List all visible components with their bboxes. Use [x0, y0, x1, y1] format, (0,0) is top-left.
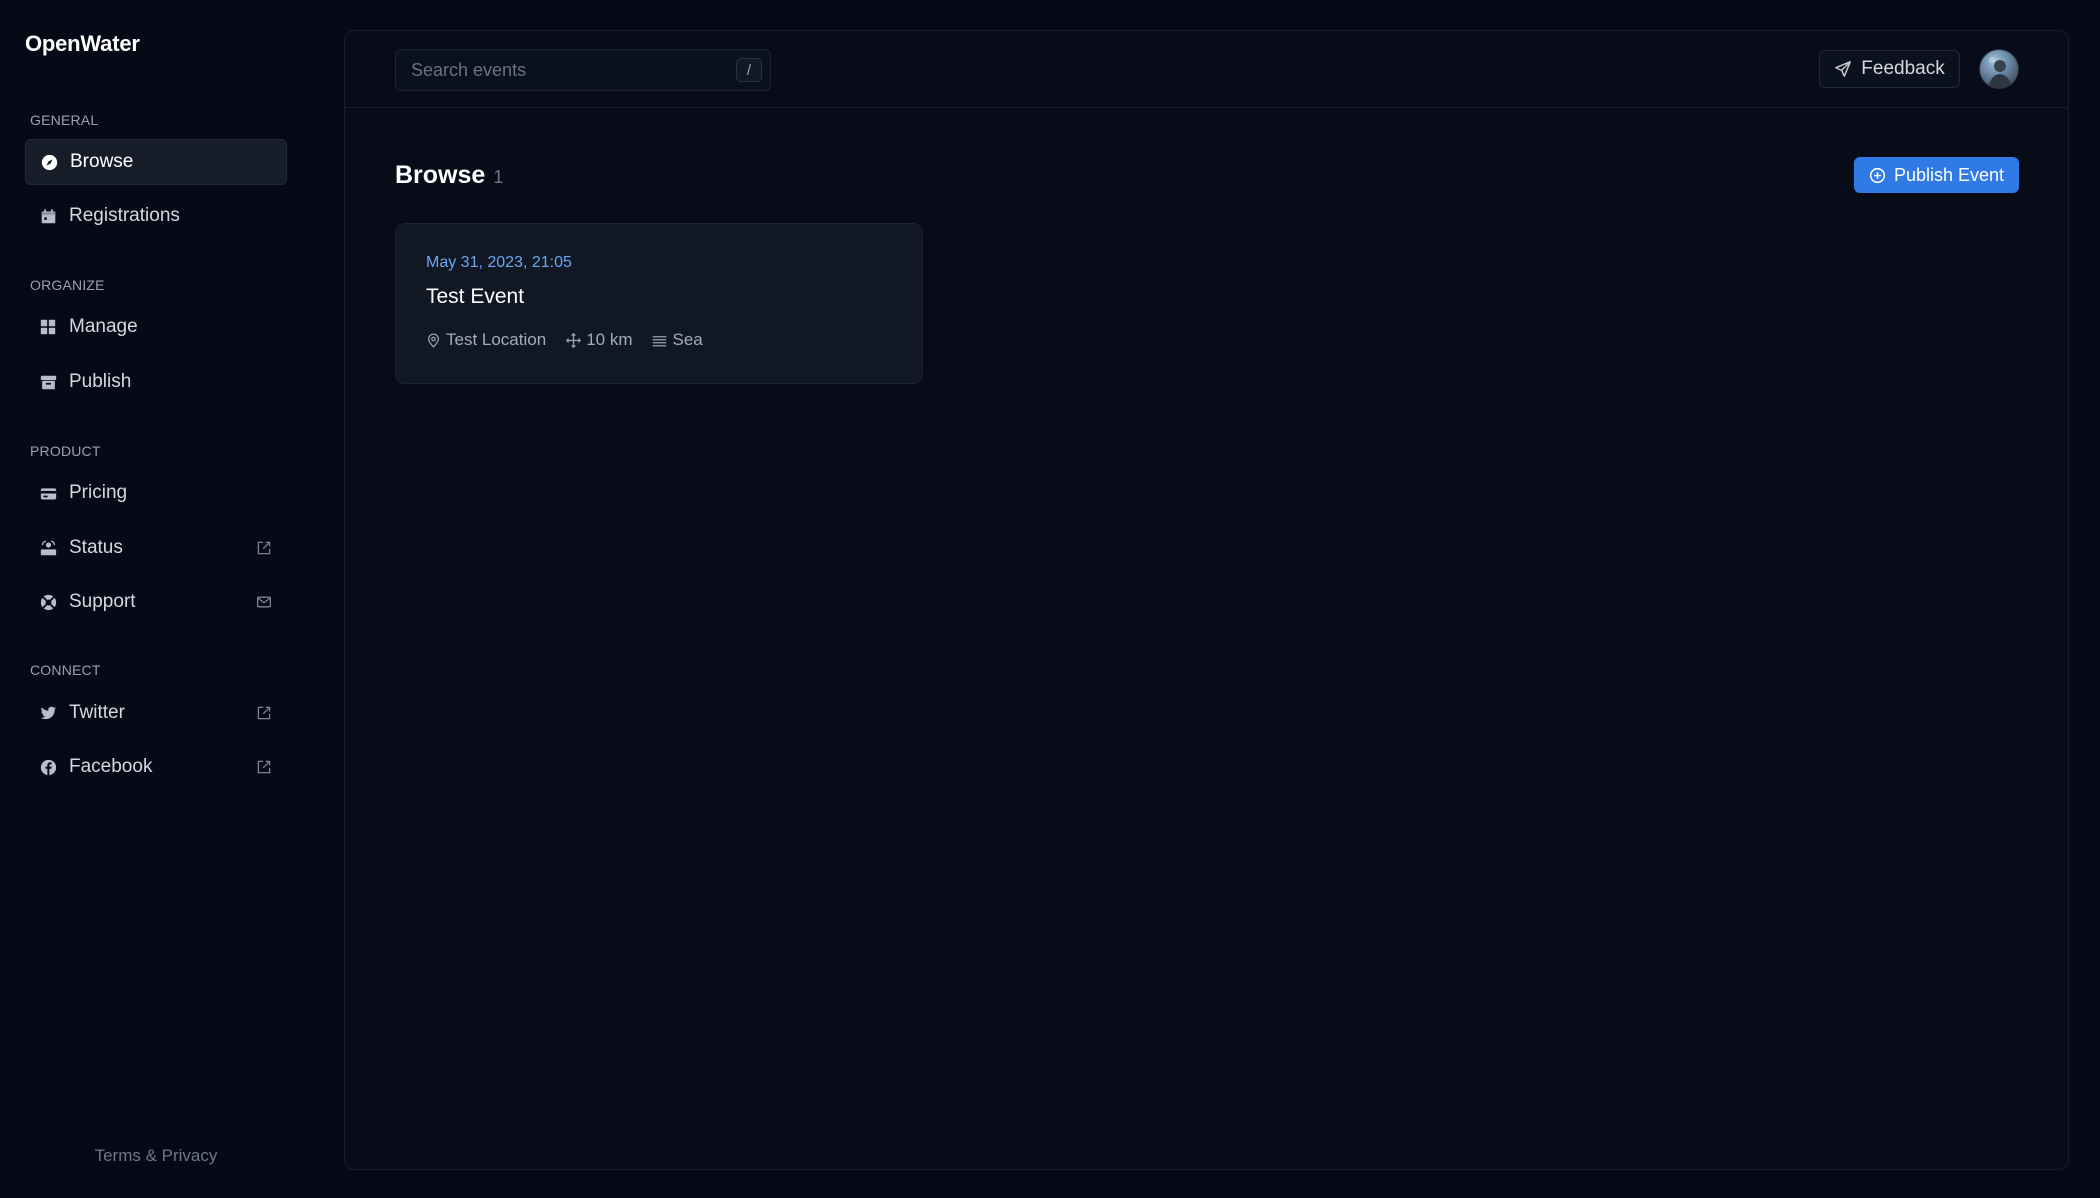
brand-logo[interactable]: OpenWater: [25, 31, 140, 57]
status-icon: [39, 539, 57, 557]
event-meta: Test Location 10 km Sea: [426, 330, 723, 350]
sidebar-item-facebook[interactable]: Facebook: [25, 744, 287, 790]
external-link-icon: [255, 758, 273, 776]
sidebar-item-twitter[interactable]: Twitter: [25, 690, 287, 736]
sidebar-item-label: Pricing: [69, 482, 128, 503]
publish-event-button[interactable]: Publish Event: [1854, 157, 2019, 193]
event-water-type-text: Sea: [672, 330, 703, 349]
event-card[interactable]: May 31, 2023, 21:05 Test Event Test Loca…: [395, 223, 923, 384]
app: OpenWater GENERAL Browse Registrations O…: [0, 0, 2100, 1198]
feedback-button[interactable]: Feedback: [1819, 50, 1960, 88]
sidebar-item-registrations[interactable]: Registrations: [25, 193, 287, 239]
plus-circle-icon: [1869, 167, 1886, 184]
external-link-icon: [255, 704, 273, 722]
avatar-photo-icon: [1988, 57, 2012, 88]
external-link-icon: [255, 539, 273, 557]
terms-privacy-link[interactable]: Terms & Privacy: [0, 1146, 312, 1166]
sidebar-item-support[interactable]: Support: [25, 579, 287, 625]
sidebar-item-label: Facebook: [69, 756, 153, 777]
sidebar-item-label: Registrations: [69, 205, 180, 226]
sidebar-item-label: Browse: [70, 151, 134, 172]
section-label-general: GENERAL: [30, 112, 99, 128]
sidebar-item-label: Status: [69, 537, 123, 558]
sidebar-item-manage[interactable]: Manage: [25, 304, 287, 350]
sidebar-item-status[interactable]: Status: [25, 525, 287, 571]
search-shortcut-key: /: [736, 58, 762, 82]
twitter-icon: [39, 704, 57, 722]
event-distance: 10 km: [566, 330, 632, 350]
feedback-label: Feedback: [1861, 58, 1945, 79]
page-title-text: Browse: [395, 161, 486, 189]
page-title: Browse 1: [395, 161, 503, 190]
sidebar-item-browse[interactable]: Browse: [25, 139, 287, 185]
search-input[interactable]: [396, 50, 716, 90]
lifebuoy-icon: [39, 593, 57, 611]
page-title-count: 1: [493, 167, 504, 187]
section-label-organize: ORGANIZE: [30, 277, 105, 293]
sidebar: OpenWater GENERAL Browse Registrations O…: [0, 0, 320, 1198]
compass-icon: [40, 153, 58, 171]
event-location-text: Test Location: [446, 330, 547, 349]
event-distance-text: 10 km: [586, 330, 633, 349]
event-date: May 31, 2023, 21:05: [426, 254, 572, 271]
calendar-icon: [39, 207, 57, 225]
sidebar-item-label: Support: [69, 591, 136, 612]
archive-icon: [39, 373, 57, 391]
sidebar-item-publish[interactable]: Publish: [25, 359, 287, 405]
main-panel: / Feedback Browse 1: [344, 30, 2069, 1170]
water-lines-icon: [652, 333, 667, 348]
sidebar-item-pricing[interactable]: Pricing: [25, 470, 287, 516]
send-icon: [1834, 60, 1852, 78]
map-pin-icon: [426, 333, 441, 348]
section-label-product: PRODUCT: [30, 443, 101, 459]
sidebar-item-label: Manage: [69, 316, 138, 337]
search-box: /: [395, 49, 771, 91]
publish-event-label: Publish Event: [1893, 164, 2005, 185]
event-water-type: Sea: [652, 330, 703, 350]
sidebar-item-label: Publish: [69, 371, 132, 392]
user-avatar[interactable]: [1979, 49, 2019, 89]
event-title: Test Event: [426, 285, 525, 308]
section-label-connect: CONNECT: [30, 662, 101, 678]
sidebar-item-label: Twitter: [69, 702, 125, 723]
move-arrows-icon: [566, 332, 582, 348]
event-location: Test Location: [426, 330, 546, 350]
credit-card-icon: [39, 484, 57, 502]
mail-icon: [255, 593, 273, 611]
grid-icon: [39, 318, 57, 336]
facebook-icon: [39, 758, 57, 776]
topbar: / Feedback: [345, 31, 2068, 108]
